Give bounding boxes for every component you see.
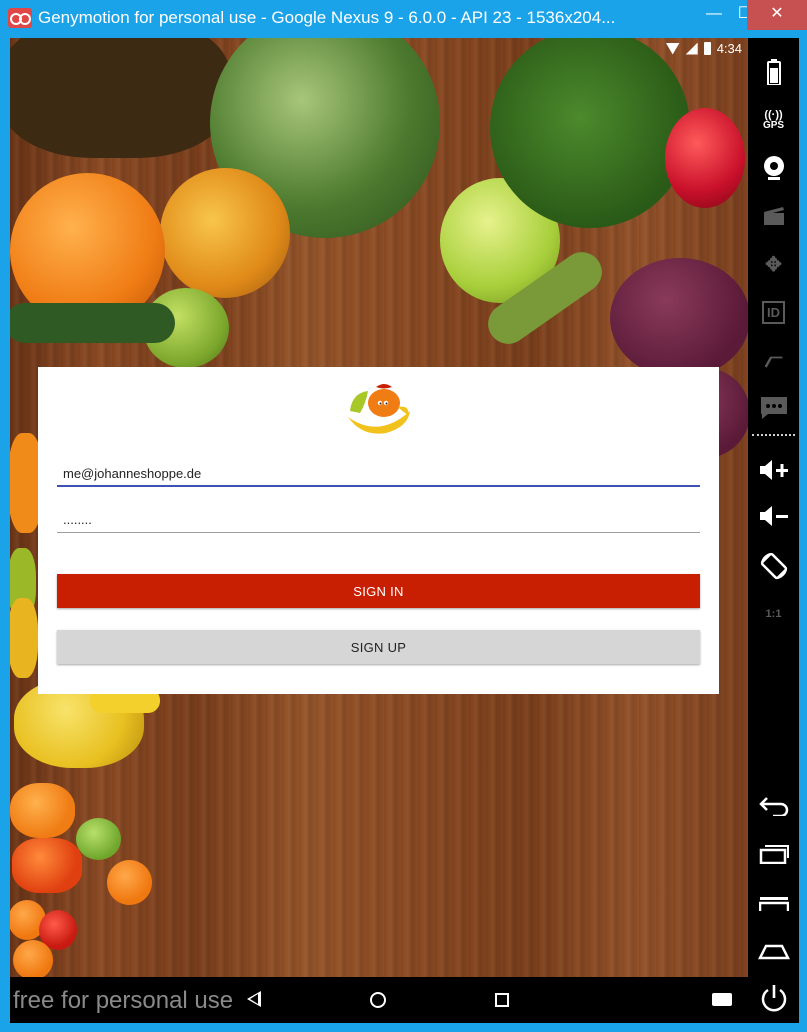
window-border-bottom bbox=[0, 1023, 807, 1032]
back-icon bbox=[758, 797, 788, 816]
cast-widget-button[interactable]: ⦧ bbox=[748, 340, 799, 380]
wifi-icon bbox=[665, 42, 680, 55]
status-time: 4:34 bbox=[716, 41, 742, 56]
nav-home-icon[interactable] bbox=[370, 992, 386, 1008]
volume-up-button[interactable] bbox=[748, 450, 799, 490]
pixel-perfect-icon: 1:1 bbox=[765, 608, 782, 620]
home-icon bbox=[757, 944, 790, 960]
email-field[interactable] bbox=[57, 461, 700, 487]
recent-apps-icon bbox=[759, 845, 789, 864]
menu-button[interactable] bbox=[748, 884, 799, 924]
signal-icon bbox=[685, 42, 698, 55]
sms-widget-button[interactable] bbox=[748, 388, 799, 428]
pixel-perfect-button[interactable]: 1:1 bbox=[748, 594, 799, 634]
fruit-basket-logo bbox=[348, 384, 410, 434]
title-bar: Genymotion for personal use - Google Nex… bbox=[0, 0, 807, 38]
login-card: SIGN IN SIGN UP bbox=[38, 367, 719, 694]
sign-up-button[interactable]: SIGN UP bbox=[57, 630, 700, 664]
dpad-icon: ✥ bbox=[765, 253, 782, 276]
sign-in-label: SIGN IN bbox=[353, 583, 404, 599]
dpad-widget-button[interactable]: ✥ bbox=[748, 244, 799, 284]
battery-widget-button[interactable] bbox=[748, 52, 799, 92]
nav-recents-icon[interactable] bbox=[495, 993, 509, 1007]
webcam-widget-button[interactable] bbox=[748, 148, 799, 188]
power-icon bbox=[761, 985, 786, 1012]
genymotion-logo-icon bbox=[8, 8, 32, 28]
capture-widget-button[interactable] bbox=[748, 196, 799, 236]
password-field[interactable] bbox=[57, 507, 700, 533]
gps-widget-button[interactable]: ((·)) GPS bbox=[748, 100, 799, 140]
volume-down-button[interactable] bbox=[748, 496, 799, 536]
volume-up-icon bbox=[759, 460, 788, 480]
home-button[interactable] bbox=[748, 930, 799, 970]
cast-icon: ⦧ bbox=[764, 347, 783, 372]
keyboard-icon[interactable] bbox=[712, 993, 732, 1006]
volume-down-icon bbox=[759, 506, 788, 526]
capture-icon bbox=[763, 207, 784, 225]
personal-use-watermark: free for personal use bbox=[13, 987, 234, 1014]
nav-back-icon[interactable] bbox=[247, 991, 261, 1007]
battery-icon bbox=[766, 59, 781, 85]
identifiers-icon: ID bbox=[762, 300, 785, 324]
gps-icon: ((·)) bbox=[764, 108, 783, 121]
genymotion-window: Genymotion for personal use - Google Nex… bbox=[0, 0, 807, 1032]
android-status-bar: 4:34 bbox=[10, 38, 748, 62]
minimize-button[interactable]: — bbox=[697, 0, 731, 30]
close-button[interactable]: ✕ bbox=[747, 0, 807, 30]
back-button[interactable] bbox=[748, 786, 799, 826]
genymotion-toolbar: ((·)) GPS ✥ ID ⦧ 1:1 bbox=[748, 38, 799, 1023]
battery-charging-icon bbox=[703, 42, 711, 55]
power-button[interactable] bbox=[748, 978, 799, 1018]
window-border-right bbox=[799, 38, 807, 1023]
webcam-icon bbox=[763, 156, 784, 180]
menu-icon bbox=[758, 897, 789, 911]
rotate-icon bbox=[760, 552, 787, 580]
device-screen: 4:34 SIGN IN SI bbox=[10, 38, 748, 977]
sms-icon bbox=[760, 397, 787, 419]
gps-label: GPS bbox=[762, 119, 785, 131]
email-input[interactable] bbox=[57, 461, 700, 485]
recent-apps-button[interactable] bbox=[748, 834, 799, 874]
rotate-button[interactable] bbox=[748, 546, 799, 586]
sign-up-label: SIGN UP bbox=[350, 639, 407, 655]
window-title: Genymotion for personal use - Google Nex… bbox=[38, 8, 616, 27]
password-input[interactable] bbox=[57, 507, 700, 532]
toolbar-separator bbox=[752, 434, 795, 436]
android-navigation-bar: free for personal use bbox=[10, 977, 748, 1023]
identifiers-widget-button[interactable]: ID bbox=[748, 292, 799, 332]
sign-in-button[interactable]: SIGN IN bbox=[57, 574, 700, 608]
